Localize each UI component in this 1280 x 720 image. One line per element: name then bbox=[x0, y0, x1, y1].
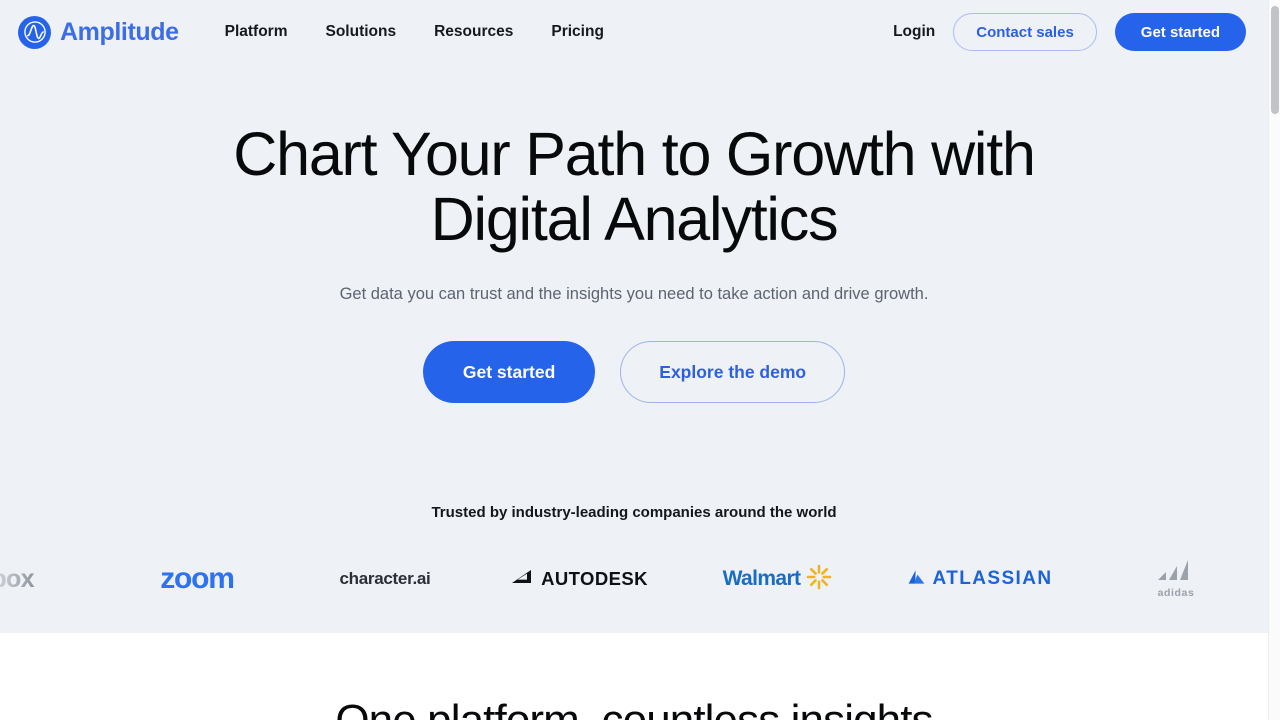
autodesk-logo-text: AUTODESK bbox=[541, 568, 648, 589]
nav-item-resources[interactable]: Resources bbox=[434, 23, 513, 41]
brand-logo-link[interactable]: Amplitude bbox=[18, 15, 179, 49]
page-title: Chart Your Path to Growth with Digital A… bbox=[233, 120, 1036, 253]
next-section-title: One platform, countless insights bbox=[0, 696, 1268, 720]
adidas-logo-text: adidas bbox=[1157, 586, 1195, 599]
nav-get-started-button[interactable]: Get started bbox=[1114, 13, 1246, 51]
autodesk-mark-icon bbox=[511, 569, 534, 589]
page-root: Amplitude Platform Solutions Resources P… bbox=[0, 0, 1280, 720]
zoom-logo-text: zoom bbox=[160, 562, 235, 595]
adidas-three-stripes-icon bbox=[1154, 559, 1198, 586]
trusted-by-heading: Trusted by industry-leading companies ar… bbox=[431, 504, 837, 521]
atlassian-mark-icon bbox=[908, 569, 925, 590]
nav-item-platform[interactable]: Platform bbox=[225, 23, 288, 41]
nav-actions: Login Contact sales Get started bbox=[893, 13, 1246, 51]
character-ai-logo-text: character.ai bbox=[339, 569, 431, 588]
zoom-logo: zoom bbox=[122, 548, 272, 610]
hero-subtitle: Get data you can trust and the insights … bbox=[339, 285, 929, 303]
nav-item-pricing[interactable]: Pricing bbox=[551, 23, 604, 41]
hero-cta-group: Get started Explore the demo bbox=[0, 341, 1268, 403]
hero-get-started-button[interactable]: Get started bbox=[422, 341, 596, 403]
character-ai-logo: character.ai bbox=[300, 548, 470, 610]
customer-logo-strip: opbox zoom character.ai AUTODESK Walmart bbox=[0, 548, 1268, 610]
brand-name: Amplitude bbox=[60, 17, 179, 46]
walmart-spark-icon bbox=[806, 564, 832, 595]
dropbox-logo: opbox bbox=[0, 548, 74, 610]
page-scrollbar[interactable] bbox=[1268, 0, 1280, 720]
nav-item-solutions[interactable]: Solutions bbox=[326, 23, 397, 41]
scrollbar-thumb[interactable] bbox=[1271, 6, 1279, 114]
atlassian-logo: ATLASSIAN bbox=[890, 548, 1070, 610]
walmart-logo-text: Walmart bbox=[722, 567, 801, 590]
autodesk-logo: AUTODESK bbox=[492, 548, 667, 610]
login-link[interactable]: Login bbox=[893, 23, 935, 41]
amplitude-wave-circle-icon bbox=[18, 15, 51, 49]
contact-sales-button[interactable]: Contact sales bbox=[953, 13, 1097, 51]
next-section: One platform, countless insights bbox=[0, 633, 1268, 720]
explore-demo-button[interactable]: Explore the demo bbox=[620, 341, 846, 403]
atlassian-logo-text: ATLASSIAN bbox=[932, 568, 1053, 589]
dropbox-logo-text: opbox bbox=[0, 564, 35, 593]
hero-section: Chart Your Path to Growth with Digital A… bbox=[0, 64, 1268, 403]
top-navigation-bar: Amplitude Platform Solutions Resources P… bbox=[0, 0, 1268, 64]
walmart-logo: Walmart bbox=[695, 548, 860, 610]
adidas-logo: adidas bbox=[1116, 548, 1236, 610]
primary-nav-links: Platform Solutions Resources Pricing bbox=[225, 23, 604, 41]
